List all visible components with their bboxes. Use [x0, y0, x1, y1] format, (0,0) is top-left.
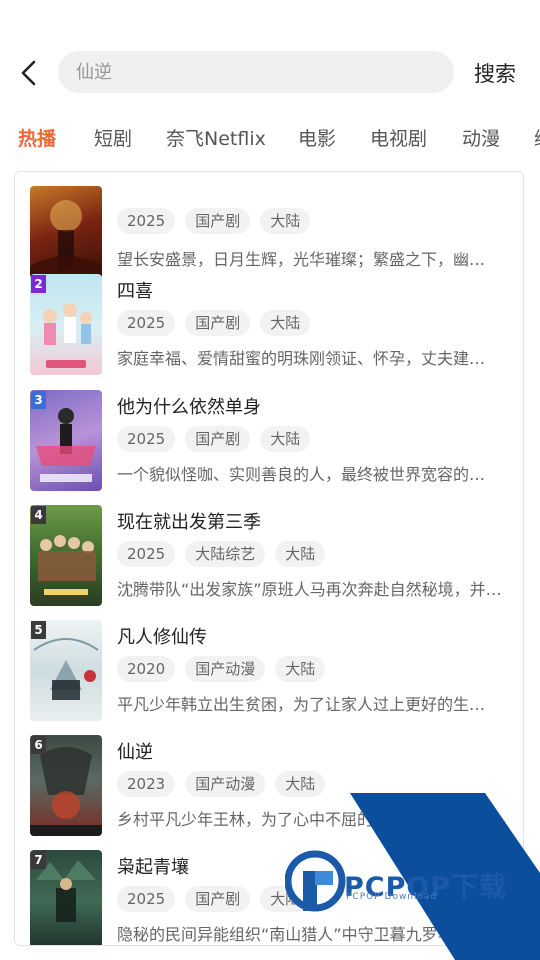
item-title: 凡人修仙传: [117, 627, 207, 648]
search-input[interactable]: [58, 51, 454, 93]
genre-tag: 国产剧: [185, 426, 251, 452]
list-item[interactable]: 2025 国产剧 大陆 望长安盛景，日月生辉，光华璀璨；繁盛之下，幽…: [15, 186, 523, 287]
year-tag: 2025: [117, 426, 176, 452]
tag-group: 2025 国产剧 大陆: [117, 208, 320, 234]
tab-hot[interactable]: 热播: [18, 124, 56, 151]
poster-image: [30, 186, 102, 287]
item-title: 四喜: [117, 281, 153, 302]
tab-short-drama[interactable]: 短剧: [94, 124, 132, 151]
tag-group: 2025 国产剧 大陆: [117, 310, 320, 336]
tag-group: 2025 大陆综艺 大陆: [117, 541, 335, 567]
year-tag: 2020: [117, 656, 176, 682]
region-tag: 大陆: [260, 208, 311, 234]
genre-tag: 国产动漫: [185, 771, 266, 797]
genre-tag: 国产剧: [185, 310, 251, 336]
tab-tv-series[interactable]: 电视剧: [370, 124, 427, 151]
genre-tag: 大陆综艺: [185, 541, 266, 567]
genre-tag: 国产剧: [185, 886, 251, 912]
list-item[interactable]: 5 凡人修仙传 2020 国产动漫 大陆 平凡少年韩立出生贫困，为了让家人过上更好的…: [15, 620, 523, 721]
tag-group: 2020 国产动漫 大陆: [117, 656, 335, 682]
item-title: 现在就出发第三季: [117, 512, 261, 533]
region-tag: 大陆: [275, 656, 326, 682]
back-arrow-icon[interactable]: [14, 54, 44, 92]
year-tag: 2025: [117, 541, 176, 567]
tag-group: 2025 国产剧 大陆: [117, 426, 320, 452]
region-tag: 大陆: [260, 426, 311, 452]
tab-movie[interactable]: 电影: [298, 124, 336, 151]
item-title: 枭起青壤: [117, 857, 189, 878]
genre-tag: 国产动漫: [185, 656, 266, 682]
rank-badge: 3: [31, 391, 46, 409]
item-title: 他为什么依然单身: [117, 397, 261, 418]
item-description: 家庭幸福、爱情甜蜜的明珠刚领证、怀孕，丈夫建…: [117, 349, 486, 368]
region-tag: 大陆: [275, 541, 326, 567]
rank-badge: 7: [31, 851, 46, 869]
list-item[interactable]: 2 四喜 2025 国产剧 大陆 家庭幸福、爱情甜蜜的明珠刚领证、怀孕，丈夫建…: [15, 274, 523, 375]
item-title: 仙逆: [117, 742, 153, 763]
item-description: 沈腾带队“出发家族”原班人马再次奔赴自然秘境，并…: [117, 580, 502, 599]
watermark-subtitle: PCPOP Download: [346, 892, 438, 902]
category-tabs: 热播 短剧 奈飞Netflix 电影 电视剧 动漫 综: [0, 124, 540, 154]
tab-variety[interactable]: 综: [534, 124, 540, 151]
list-item[interactable]: 4 现在就出发第三季 2025 大陆综艺 大陆 沈腾带队“出发家族”原班人马再次奔赴…: [15, 505, 523, 606]
genre-tag: 国产剧: [185, 208, 251, 234]
year-tag: 2023: [117, 771, 176, 797]
list-item[interactable]: 3 他为什么依然单身 2025 国产剧 大陆 一个貌似怪咖、实则善良的人，最终被世界…: [15, 390, 523, 491]
year-tag: 2025: [117, 208, 176, 234]
item-description: 平凡少年韩立出生贫困，为了让家人过上更好的生…: [117, 695, 486, 714]
region-tag: 大陆: [260, 310, 311, 336]
search-button[interactable]: 搜索: [474, 58, 516, 88]
year-tag: 2025: [117, 886, 176, 912]
item-description: 望长安盛景，日月生辉，光华璀璨；繁盛之下，幽…: [117, 250, 486, 269]
year-tag: 2025: [117, 310, 176, 336]
rank-badge: 4: [31, 506, 46, 524]
tab-netflix[interactable]: 奈飞Netflix: [166, 124, 266, 151]
rank-badge: 6: [31, 736, 46, 754]
rank-badge: 5: [31, 621, 46, 639]
top-bar: 搜索: [0, 50, 540, 96]
item-description: 一个貌似怪咖、实则善良的人，最终被世界宽容的…: [117, 465, 486, 484]
tab-anime[interactable]: 动漫: [462, 124, 500, 151]
rank-badge: 2: [31, 275, 46, 293]
